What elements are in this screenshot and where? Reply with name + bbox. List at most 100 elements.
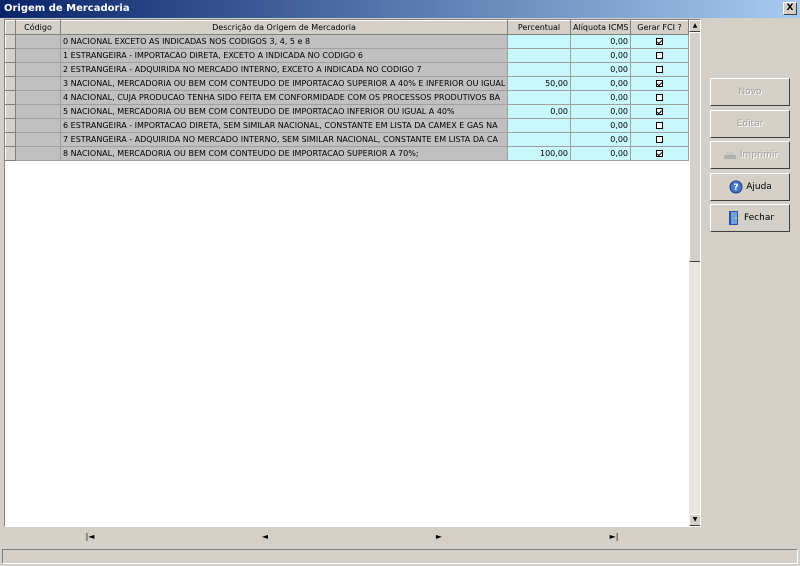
cell-aliquota[interactable]: 0,00 <box>570 34 631 49</box>
data-grid: Código Descrição da Origem de Mercadoria… <box>4 19 701 527</box>
cell-gerar-fci[interactable] <box>630 104 689 119</box>
imprimir-label: Imprimir <box>739 150 779 160</box>
fci-checkbox[interactable] <box>656 52 663 59</box>
cell-descricao[interactable]: 0 NACIONAL EXCETO AS INDICADAS NOS CODIG… <box>60 34 508 49</box>
fci-checkbox[interactable] <box>656 122 663 129</box>
cell-descricao[interactable]: 4 NACIONAL, CUJA PRODUCAO TENHA SIDO FEI… <box>60 90 508 105</box>
cell-aliquota[interactable]: 0,00 <box>570 104 631 119</box>
cell-codigo[interactable] <box>15 90 61 105</box>
last-record-button[interactable]: ►| <box>604 530 624 544</box>
cell-aliquota[interactable]: 0,00 <box>570 76 631 91</box>
cell-aliquota[interactable]: 0,00 <box>570 146 631 161</box>
table-row[interactable]: 5 NACIONAL, MERCADORIA OU BEM COM CONTEU… <box>5 104 689 119</box>
table-row[interactable]: 8 NACIONAL, MERCADORIA OU BEM COM CONTEU… <box>5 146 689 161</box>
help-icon: ? <box>728 179 744 195</box>
vertical-scrollbar[interactable]: ▲ ▼ <box>689 20 700 526</box>
column-header-descricao[interactable]: Descrição da Origem de Mercadoria <box>60 20 508 35</box>
scroll-thumb[interactable] <box>689 32 700 262</box>
column-header-percentual[interactable]: Percentual <box>507 20 571 35</box>
cell-codigo[interactable] <box>15 34 61 49</box>
cell-gerar-fci[interactable] <box>630 76 689 91</box>
cell-descricao[interactable]: 5 NACIONAL, MERCADORIA OU BEM COM CONTEU… <box>60 104 508 119</box>
table-row[interactable]: 4 NACIONAL, CUJA PRODUCAO TENHA SIDO FEI… <box>5 90 689 105</box>
cell-descricao[interactable]: 6 ESTRANGEIRA - IMPORTACAO DIRETA, SEM S… <box>60 118 508 133</box>
table-row[interactable]: 1 ESTRANGEIRA - IMPORTACAO DIRETA, EXCET… <box>5 48 689 63</box>
cell-percentual[interactable] <box>507 118 571 133</box>
cell-gerar-fci[interactable] <box>630 132 689 147</box>
door-exit-icon <box>726 210 742 226</box>
table-row[interactable]: 6 ESTRANGEIRA - IMPORTACAO DIRETA, SEM S… <box>5 118 689 133</box>
table-row[interactable]: 2 ESTRANGEIRA - ADQUIRIDA NO MERCADO INT… <box>5 62 689 77</box>
novo-button[interactable]: Novo <box>710 78 790 106</box>
row-indicator[interactable] <box>5 76 16 91</box>
row-indicator[interactable] <box>5 104 16 119</box>
cell-descricao[interactable]: 2 ESTRANGEIRA - ADQUIRIDA NO MERCADO INT… <box>60 62 508 77</box>
title-bar: Origem de Mercadoria X <box>0 0 800 18</box>
cell-gerar-fci[interactable] <box>630 48 689 63</box>
cell-aliquota[interactable]: 0,00 <box>570 118 631 133</box>
cell-codigo[interactable] <box>15 48 61 63</box>
first-record-button[interactable]: |◄ <box>80 530 100 544</box>
cell-gerar-fci[interactable] <box>630 118 689 133</box>
fci-checkbox[interactable] <box>656 38 663 45</box>
cell-gerar-fci[interactable] <box>630 62 689 77</box>
fci-checkbox[interactable] <box>656 94 663 101</box>
cell-descricao[interactable]: 8 NACIONAL, MERCADORIA OU BEM COM CONTEU… <box>60 146 508 161</box>
cell-gerar-fci[interactable] <box>630 34 689 49</box>
printer-icon <box>722 147 738 163</box>
fci-checkbox[interactable] <box>656 108 663 115</box>
row-indicator[interactable] <box>5 62 16 77</box>
close-button[interactable]: X <box>783 2 797 15</box>
cell-descricao[interactable]: 1 ESTRANGEIRA - IMPORTACAO DIRETA, EXCET… <box>60 48 508 63</box>
scroll-down-button[interactable]: ▼ <box>689 514 700 526</box>
row-indicator[interactable] <box>5 90 16 105</box>
cell-aliquota[interactable]: 0,00 <box>570 132 631 147</box>
table-row[interactable]: 7 ESTRANGEIRA - ADQUIRIDA NO MERCADO INT… <box>5 132 689 147</box>
cell-codigo[interactable] <box>15 132 61 147</box>
cell-percentual[interactable] <box>507 48 571 63</box>
cell-aliquota[interactable]: 0,00 <box>570 90 631 105</box>
imprimir-button[interactable]: Imprimir <box>710 141 790 169</box>
column-header-codigo[interactable]: Código <box>15 20 61 35</box>
fechar-label: Fechar <box>743 213 775 223</box>
fci-checkbox[interactable] <box>656 150 663 157</box>
table-row[interactable]: 3 NACIONAL, MERCADORIA OU BEM COM CONTEU… <box>5 76 689 91</box>
fechar-button[interactable]: Fechar <box>710 204 790 232</box>
row-indicator[interactable] <box>5 34 16 49</box>
cell-percentual[interactable] <box>507 132 571 147</box>
row-indicator[interactable] <box>5 48 16 63</box>
row-indicator[interactable] <box>5 146 16 161</box>
cell-percentual[interactable] <box>507 90 571 105</box>
cell-codigo[interactable] <box>15 118 61 133</box>
cell-percentual[interactable] <box>507 62 571 77</box>
row-indicator[interactable] <box>5 118 16 133</box>
column-header-aliquota[interactable]: Alíquota ICMS <box>570 20 631 35</box>
cell-percentual[interactable]: 0,00 <box>507 104 571 119</box>
cell-percentual[interactable] <box>507 34 571 49</box>
fci-checkbox[interactable] <box>656 66 663 73</box>
fci-checkbox[interactable] <box>656 136 663 143</box>
cell-codigo[interactable] <box>15 76 61 91</box>
cell-percentual[interactable]: 100,00 <box>507 146 571 161</box>
cell-codigo[interactable] <box>15 146 61 161</box>
ajuda-button[interactable]: ? Ajuda <box>710 173 790 201</box>
row-indicator[interactable] <box>5 132 16 147</box>
cell-percentual[interactable]: 50,00 <box>507 76 571 91</box>
cell-codigo[interactable] <box>15 62 61 77</box>
cell-codigo[interactable] <box>15 104 61 119</box>
table-row[interactable]: 0 NACIONAL EXCETO AS INDICADAS NOS CODIG… <box>5 34 689 49</box>
prev-record-button[interactable]: ◄ <box>255 530 275 544</box>
cell-aliquota[interactable]: 0,00 <box>570 48 631 63</box>
cell-descricao[interactable]: 7 ESTRANGEIRA - ADQUIRIDA NO MERCADO INT… <box>60 132 508 147</box>
cell-descricao[interactable]: 3 NACIONAL, MERCADORIA OU BEM COM CONTEU… <box>60 76 508 91</box>
fci-checkbox[interactable] <box>656 80 663 87</box>
editar-button[interactable]: Editar <box>710 110 790 138</box>
ajuda-label: Ajuda <box>746 182 772 192</box>
column-header-gerar-fci[interactable]: Gerar FCI ? <box>630 20 689 35</box>
cell-gerar-fci[interactable] <box>630 146 689 161</box>
row-indicator-header <box>5 20 16 35</box>
cell-gerar-fci[interactable] <box>630 90 689 105</box>
next-record-button[interactable]: ► <box>429 530 449 544</box>
cell-aliquota[interactable]: 0,00 <box>570 62 631 77</box>
scroll-up-button[interactable]: ▲ <box>689 20 700 32</box>
